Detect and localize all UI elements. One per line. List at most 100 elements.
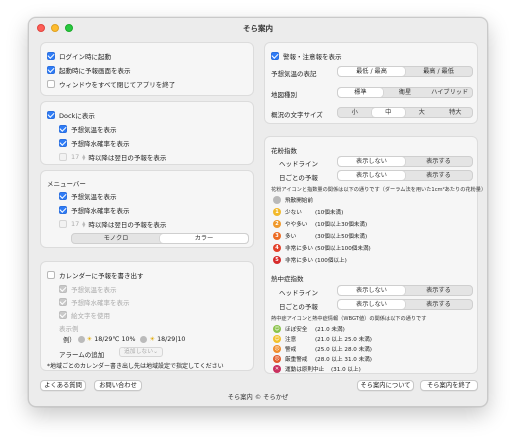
show-alerts-label: 警報・注意報を表示 bbox=[283, 53, 342, 61]
checkbox-icon[interactable] bbox=[59, 206, 67, 214]
checkbox-icon[interactable] bbox=[59, 311, 67, 319]
pollen-level-1-icon: 1 bbox=[273, 208, 281, 216]
menubar-rain-toggle[interactable]: 予想降水確率を表示 bbox=[59, 205, 130, 215]
menubar-style-selector[interactable]: モノクロ カラー bbox=[71, 233, 249, 244]
pollen-headline-selector[interactable]: 表示しない 表示する bbox=[337, 156, 473, 167]
map-type-standard[interactable]: 標準 bbox=[338, 88, 383, 97]
pollen-level-name: 非常に多い bbox=[285, 246, 313, 252]
pollen-daily-hide[interactable]: 表示しない bbox=[338, 171, 405, 180]
calendar-preview-label: 表示例 bbox=[59, 325, 79, 333]
dock-rain-label: 予想降水確率を表示 bbox=[71, 140, 130, 148]
checkbox-icon[interactable] bbox=[47, 80, 55, 88]
checkbox-icon[interactable] bbox=[47, 66, 55, 74]
checkbox-icon[interactable] bbox=[59, 298, 67, 306]
heatstroke-level-row: ☹ 警戒 (25.0 以上 28.0 未満) bbox=[273, 345, 372, 353]
pollen-headline-label: ヘッドライン bbox=[279, 160, 318, 168]
alarm-select[interactable]: 追加しない ⌄ bbox=[119, 347, 163, 357]
show-alerts-toggle[interactable]: 警報・注意報を表示 bbox=[271, 51, 342, 61]
faq-button[interactable]: よくある質問 bbox=[40, 380, 86, 391]
heatstroke-daily-show[interactable]: 表示する bbox=[405, 300, 472, 309]
map-type-hybrid[interactable]: ハイブリッド bbox=[427, 88, 472, 97]
checkbox-icon[interactable] bbox=[59, 285, 67, 293]
pollen-level-range: (30個以上50個未満) bbox=[315, 234, 368, 240]
font-size-xlarge[interactable]: 特大 bbox=[439, 108, 473, 117]
calendar-emoji-label: 絵文字を使用 bbox=[71, 312, 110, 320]
show-forecast-label: 起動時に予報画面を表示 bbox=[59, 67, 131, 75]
checkbox-icon[interactable] bbox=[59, 139, 67, 147]
calendar-temp-toggle[interactable]: 予想気温を表示 bbox=[59, 284, 117, 294]
pollen-level-row: 1 少ない (10個未満) bbox=[273, 208, 343, 216]
heatstroke-headline-hide[interactable]: 表示しない bbox=[338, 286, 405, 295]
startup-panel: ログイン時に起動 起動時に予報画面を表示 ウィンドウをすべて閉じてアプリを終了 bbox=[40, 42, 254, 96]
map-type-selector[interactable]: 標準 衛星 ハイブリッド bbox=[337, 87, 473, 98]
pollen-heading: 花粉指数 bbox=[271, 147, 297, 155]
quit-button[interactable]: そら案内を終了 bbox=[420, 380, 478, 391]
hour-stepper-icon[interactable]: ▲ ▼ bbox=[82, 221, 85, 228]
hour-stepper-icon[interactable]: ▲ ▼ bbox=[82, 154, 85, 161]
heatstroke-daily-selector[interactable]: 表示しない 表示する bbox=[337, 299, 473, 310]
map-type-satellite[interactable]: 衛星 bbox=[383, 88, 428, 97]
pollen-level-2-icon: 2 bbox=[273, 220, 281, 228]
checkbox-icon[interactable] bbox=[47, 271, 55, 279]
cloud-icon bbox=[140, 336, 148, 343]
show-in-dock-toggle[interactable]: Dockに表示 bbox=[47, 110, 95, 120]
dock-hour-value[interactable]: 17 bbox=[71, 153, 79, 161]
checkbox-icon[interactable] bbox=[59, 125, 67, 133]
dock-temp-toggle[interactable]: 予想気温を表示 bbox=[59, 124, 117, 134]
checkbox-icon[interactable] bbox=[59, 192, 67, 200]
calendar-temp-label: 予想気温を表示 bbox=[71, 286, 117, 294]
menubar-next-day-label: 時以降は翌日の予報を表示 bbox=[88, 221, 167, 229]
show-forecast-on-launch-toggle[interactable]: 起動時に予報画面を表示 bbox=[47, 65, 131, 75]
index-panel: 花粉指数 ヘッドライン 表示しない 表示する 日ごとの予報 表示しない 表示する… bbox=[264, 136, 486, 374]
heatstroke-daily-hide[interactable]: 表示しない bbox=[338, 300, 405, 309]
temp-format-max-min[interactable]: 最高 / 最低 bbox=[405, 67, 472, 76]
style-option-color[interactable]: カラー bbox=[160, 234, 248, 243]
heatstroke-level-range: (31.0 以上) bbox=[331, 367, 361, 373]
alarm-value: 追加しない bbox=[124, 349, 153, 355]
contact-button[interactable]: お問い合わせ bbox=[94, 380, 142, 391]
font-size-selector[interactable]: 小 中 大 特大 bbox=[337, 107, 473, 118]
heatstroke-headline-selector[interactable]: 表示しない 表示する bbox=[337, 285, 473, 296]
smile-face-icon: ☺ bbox=[273, 325, 281, 333]
checkbox-icon[interactable] bbox=[59, 153, 67, 161]
checkbox-icon[interactable] bbox=[59, 220, 67, 228]
pollen-level-5-icon: 5 bbox=[273, 256, 281, 264]
dock-next-day-toggle[interactable]: 17 ▲ ▼ 時以降は翌日の予報を表示 bbox=[59, 152, 166, 162]
calendar-export-toggle[interactable]: カレンダーに予報を書き出す bbox=[47, 270, 144, 280]
quit-on-close-toggle[interactable]: ウィンドウをすべて閉じてアプリを終了 bbox=[47, 79, 175, 89]
pollen-headline-show[interactable]: 表示する bbox=[405, 157, 472, 166]
calendar-rain-toggle[interactable]: 予想降水確率を表示 bbox=[59, 297, 130, 307]
temp-format-min-max[interactable]: 最低 / 最高 bbox=[338, 67, 405, 76]
pollen-level-range: (50個以上100個未満) bbox=[315, 246, 371, 252]
pollen-headline-hide[interactable]: 表示しない bbox=[338, 157, 405, 166]
pollen-level-row: 2 やや多い (10個以上30個未満) bbox=[273, 220, 367, 228]
checkbox-icon[interactable] bbox=[47, 111, 55, 119]
checkbox-icon[interactable] bbox=[271, 52, 279, 60]
checkbox-icon[interactable] bbox=[47, 52, 55, 60]
heatstroke-daily-label: 日ごとの予報 bbox=[279, 303, 318, 311]
font-size-small[interactable]: 小 bbox=[338, 108, 372, 117]
pollen-level-name: 飛散開始前 bbox=[285, 198, 313, 204]
pollen-level-4-icon: 4 bbox=[273, 244, 281, 252]
calendar-note: *地域ごとのカレンダー書き出し先は地域設定で指定してください bbox=[47, 363, 224, 370]
calendar-rain-label: 予想降水確率を表示 bbox=[71, 299, 130, 307]
dock-rain-toggle[interactable]: 予想降水確率を表示 bbox=[59, 138, 130, 148]
login-launch-toggle[interactable]: ログイン時に起動 bbox=[47, 51, 111, 61]
heatstroke-headline-show[interactable]: 表示する bbox=[405, 286, 472, 295]
about-button[interactable]: そら案内について bbox=[357, 380, 414, 391]
heatstroke-level-name: ほぼ安全 bbox=[285, 327, 308, 333]
heatstroke-level-row: ✕ 運動は原則中止 (31.0 以上) bbox=[273, 365, 361, 373]
menubar-temp-toggle[interactable]: 予想気温を表示 bbox=[59, 191, 117, 201]
temp-format-selector[interactable]: 最低 / 最高 最高 / 最低 bbox=[337, 66, 473, 77]
calendar-emoji-toggle[interactable]: 絵文字を使用 bbox=[59, 310, 110, 320]
style-option-mono[interactable]: モノクロ bbox=[72, 234, 160, 243]
pollen-level-name: 少ない bbox=[285, 210, 302, 216]
calendar-export-label: カレンダーに予報を書き出す bbox=[59, 272, 144, 280]
heatstroke-level-range: (28.0 以上 31.0 未満) bbox=[315, 357, 372, 363]
pollen-daily-selector[interactable]: 表示しない 表示する bbox=[337, 170, 473, 181]
menubar-next-day-toggle[interactable]: 17 ▲ ▼ 時以降は翌日の予報を表示 bbox=[59, 219, 166, 229]
menubar-hour-value[interactable]: 17 bbox=[71, 220, 79, 228]
pollen-daily-show[interactable]: 表示する bbox=[405, 171, 472, 180]
font-size-medium[interactable]: 中 bbox=[371, 108, 405, 117]
font-size-large[interactable]: 大 bbox=[405, 108, 439, 117]
